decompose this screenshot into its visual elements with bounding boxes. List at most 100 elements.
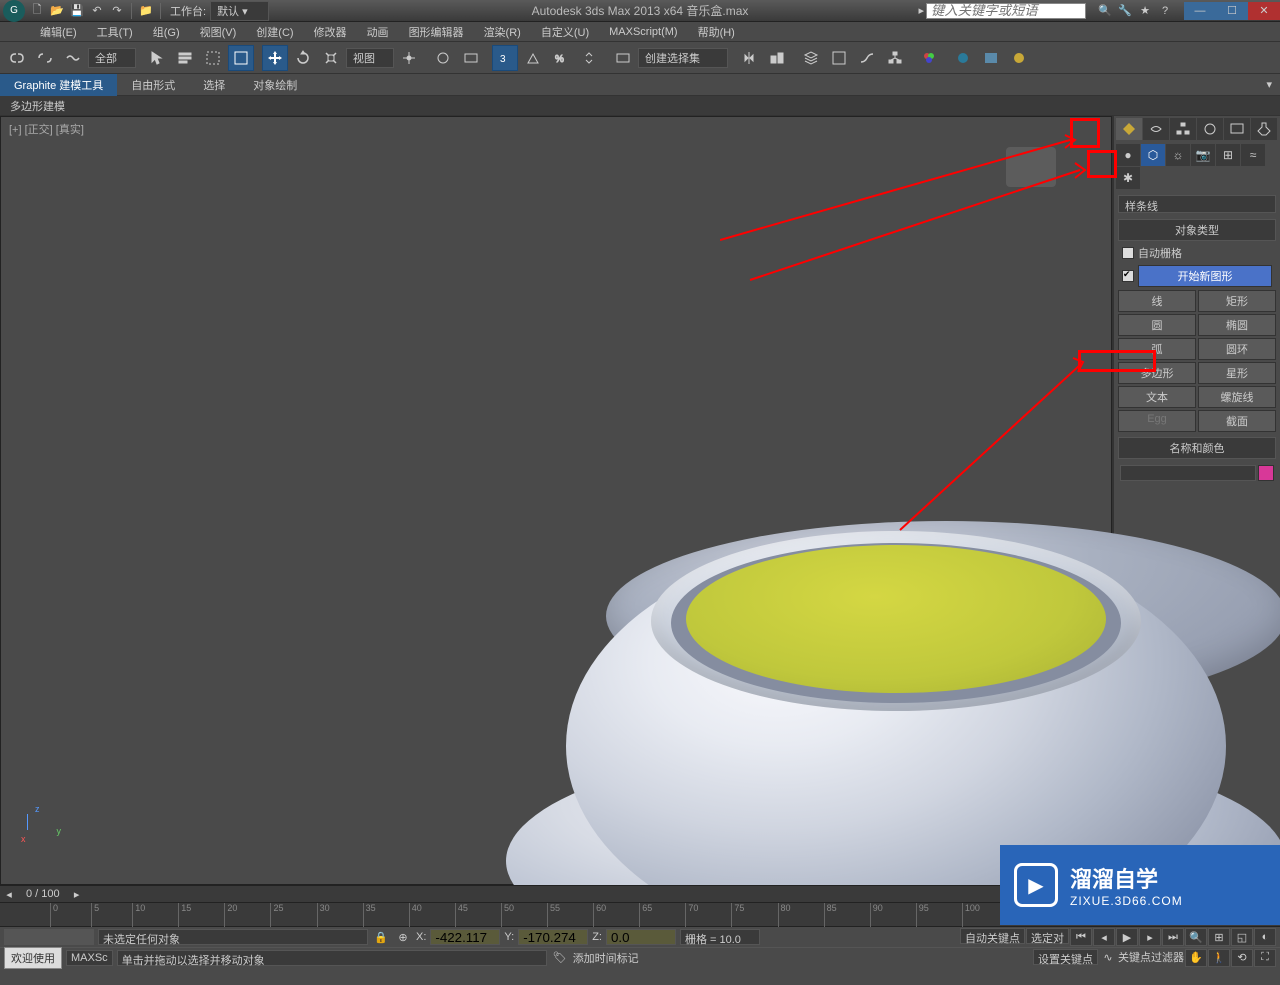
welcome-button[interactable]: 欢迎使用 [4, 947, 62, 969]
add-time-tag-label[interactable]: 添加时间标记 [573, 950, 639, 966]
select-region-icon[interactable] [200, 45, 226, 71]
geometry-subtab-icon[interactable]: ● [1116, 144, 1140, 166]
nav-zoom-extents-icon[interactable]: ◱ [1231, 928, 1253, 946]
donut-button[interactable]: 圆环 [1198, 338, 1276, 360]
helix-button[interactable]: 螺旋线 [1198, 386, 1276, 408]
line-button[interactable]: 线 [1118, 290, 1196, 312]
select-object-icon[interactable] [144, 45, 170, 71]
systems-subtab-icon[interactable]: ✱ [1116, 167, 1140, 189]
selected-label[interactable]: 选定对 [1026, 928, 1069, 944]
prev-frame-icon[interactable]: ◂ [1093, 928, 1115, 946]
create-tab-icon[interactable] [1116, 118, 1142, 140]
timeline-prev-icon[interactable]: ◂ [0, 885, 18, 903]
render-icon[interactable] [1006, 45, 1032, 71]
viewport-label[interactable]: [+] [正交] [真实] [9, 121, 84, 137]
menu-edit[interactable]: 编辑(E) [30, 22, 87, 42]
ribbon-tab-selection[interactable]: 选择 [189, 74, 239, 96]
selection-filter-dropdown[interactable]: 全部 [88, 48, 136, 68]
start-shape-checkbox[interactable] [1122, 270, 1134, 282]
object-name-field[interactable] [1120, 465, 1256, 481]
manipulate-icon[interactable] [430, 45, 456, 71]
set-key-button[interactable]: 设置关键点 [1033, 949, 1098, 965]
hierarchy-tab-icon[interactable] [1170, 118, 1196, 140]
window-crossing-icon[interactable] [228, 45, 254, 71]
menu-animation[interactable]: 动画 [357, 22, 399, 42]
open-icon[interactable]: 📂 [48, 2, 66, 20]
menu-group[interactable]: 组(G) [143, 22, 190, 42]
nav-maxview-icon[interactable]: ⛶ [1254, 949, 1276, 967]
nav-orbit-icon[interactable]: ⟲ [1231, 949, 1253, 967]
menu-views[interactable]: 视图(V) [190, 22, 247, 42]
curve-editor-icon[interactable] [854, 45, 880, 71]
menu-rendering[interactable]: 渲染(R) [474, 22, 531, 42]
search-input[interactable] [926, 3, 1086, 19]
text-button[interactable]: 文本 [1118, 386, 1196, 408]
redo-icon[interactable]: ↷ [108, 2, 126, 20]
link-icon[interactable] [4, 45, 30, 71]
snap-toggle-icon[interactable]: 3 [492, 45, 518, 71]
display-tab-icon[interactable] [1224, 118, 1250, 140]
select-scale-icon[interactable] [318, 45, 344, 71]
helpers-subtab-icon[interactable]: ⊞ [1216, 144, 1240, 166]
lights-subtab-icon[interactable]: ☼ [1166, 144, 1190, 166]
wrench-icon[interactable]: 🔧 [1116, 2, 1134, 20]
play-icon[interactable]: ▶ [1116, 928, 1138, 946]
select-move-icon[interactable] [262, 45, 288, 71]
bind-spacewarp-icon[interactable] [60, 45, 86, 71]
named-sel-icon[interactable] [610, 45, 636, 71]
app-icon[interactable]: G [3, 0, 25, 22]
nav-walk-icon[interactable]: 🚶 [1208, 949, 1230, 967]
motion-tab-icon[interactable] [1197, 118, 1223, 140]
ribbon-collapse-icon[interactable]: ▾ [1266, 78, 1280, 91]
auto-key-button[interactable]: 自动关键点 [960, 928, 1025, 944]
workspace-dropdown[interactable]: 默认 ▾ [210, 1, 269, 21]
render-setup-icon[interactable] [950, 45, 976, 71]
nav-pan-icon[interactable]: ✋ [1185, 949, 1207, 967]
close-button[interactable]: ✕ [1248, 2, 1280, 20]
undo-icon[interactable]: ↶ [88, 2, 106, 20]
timeline-next-icon[interactable]: ▸ [68, 885, 86, 903]
percent-snap-icon[interactable]: % [548, 45, 574, 71]
shapes-subtab-icon[interactable]: ⬡ [1141, 144, 1165, 166]
next-frame-icon[interactable]: ▸ [1139, 928, 1161, 946]
save-icon[interactable]: 💾 [68, 2, 86, 20]
modify-tab-icon[interactable] [1143, 118, 1169, 140]
spacewarps-subtab-icon[interactable]: ≈ [1241, 144, 1265, 166]
start-new-shape-button[interactable]: 开始新图形 [1138, 265, 1272, 287]
x-coord-field[interactable] [430, 929, 500, 945]
ribbon-panel-label[interactable]: 多边形建模 [10, 98, 65, 114]
goto-start-icon[interactable]: ⏮ [1070, 928, 1092, 946]
viewport[interactable]: [+] [正交] [真实] z y x [0, 116, 1112, 885]
cameras-subtab-icon[interactable]: 📷 [1191, 144, 1215, 166]
egg-button[interactable]: Egg [1118, 410, 1196, 432]
ref-coord-dropdown[interactable]: 视图 [346, 48, 394, 68]
schematic-view-icon[interactable] [882, 45, 908, 71]
project-icon[interactable]: 📁 [137, 2, 155, 20]
align-icon[interactable] [764, 45, 790, 71]
autogrid-checkbox[interactable] [1122, 247, 1134, 259]
mirror-icon[interactable] [736, 45, 762, 71]
menu-tools[interactable]: 工具(T) [87, 22, 143, 42]
named-selection-dropdown[interactable]: 创建选择集 [638, 48, 728, 68]
ngon-button[interactable]: 多边形 [1118, 362, 1196, 384]
menu-modifiers[interactable]: 修改器 [304, 22, 357, 42]
select-rotate-icon[interactable] [290, 45, 316, 71]
key-filters-label[interactable]: 关键点过滤器 [1118, 949, 1184, 967]
time-tag-icon[interactable]: 🏷 [551, 949, 569, 967]
unlink-icon[interactable] [32, 45, 58, 71]
transform-type-icon[interactable]: ⊕ [394, 928, 412, 946]
section-button[interactable]: 截面 [1198, 410, 1276, 432]
ribbon-tab-graphite[interactable]: Graphite 建模工具 [0, 74, 117, 96]
utilities-tab-icon[interactable] [1251, 118, 1277, 140]
spinner-snap-icon[interactable] [576, 45, 602, 71]
ellipse-button[interactable]: 椭圆 [1198, 314, 1276, 336]
layers-icon[interactable] [798, 45, 824, 71]
angle-snap-icon[interactable] [520, 45, 546, 71]
menu-graph-editors[interactable]: 图形编辑器 [399, 22, 474, 42]
render-frame-icon[interactable] [978, 45, 1004, 71]
ribbon-tab-freeform[interactable]: 自由形式 [117, 74, 189, 96]
star-button[interactable]: 星形 [1198, 362, 1276, 384]
viewcube[interactable] [991, 137, 1071, 197]
lock-selection-icon[interactable]: 🔒 [372, 928, 390, 946]
material-editor-icon[interactable] [916, 45, 942, 71]
